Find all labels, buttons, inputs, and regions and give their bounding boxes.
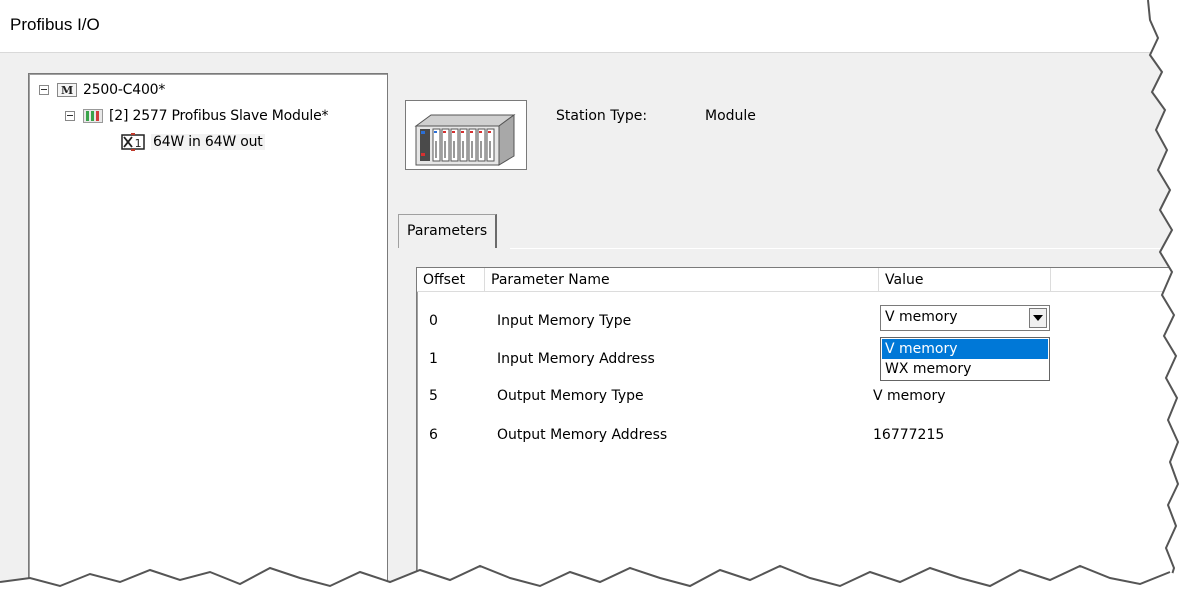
profibus-io-window: Profibus I/O M 2500-C400* [2] 2577 Profi… <box>0 0 1184 594</box>
torn-edge-decoration <box>0 0 1184 594</box>
